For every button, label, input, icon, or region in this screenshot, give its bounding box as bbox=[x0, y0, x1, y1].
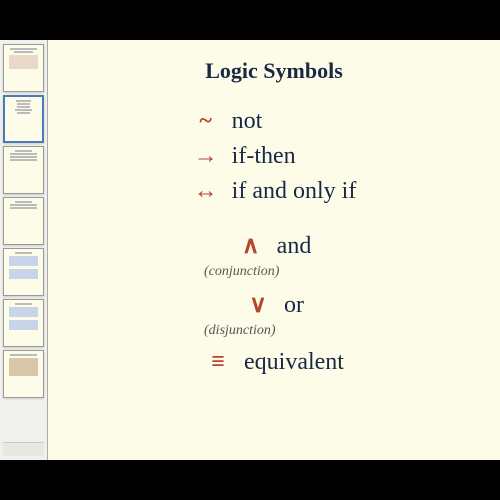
symbol-group-2: ∧ and (conjunction) ∨ or (disjunction) ≡… bbox=[204, 231, 344, 384]
slide-thumbnail[interactable] bbox=[3, 44, 44, 92]
symbol-meaning: if-then bbox=[232, 143, 296, 170]
slide-thumbnail[interactable] bbox=[3, 350, 44, 398]
logic-symbol: ∨ bbox=[244, 290, 272, 319]
slide-thumbnail-panel bbox=[0, 40, 48, 460]
symbol-meaning: equivalent bbox=[244, 349, 344, 376]
slide-canvas: Logic Symbols ~ not → if-then ↔ if and o… bbox=[48, 40, 500, 460]
slide-thumbnail[interactable] bbox=[3, 248, 44, 296]
symbol-row: ∨ or bbox=[204, 290, 344, 319]
symbol-row: ∧ and bbox=[204, 231, 344, 260]
logic-symbol: ≡ bbox=[204, 349, 232, 376]
slide-title: Logic Symbols bbox=[205, 58, 343, 84]
symbol-row: → if-then bbox=[192, 143, 357, 170]
symbol-group-1: ~ not → if-then ↔ if and only if bbox=[192, 108, 357, 213]
sidebar-footer bbox=[3, 442, 44, 456]
symbol-meaning: and bbox=[277, 233, 312, 260]
symbol-meaning: if and only if bbox=[232, 178, 357, 205]
symbol-meaning: or bbox=[284, 292, 304, 319]
symbol-row: ↔ if and only if bbox=[192, 178, 357, 205]
slide-thumbnail[interactable] bbox=[3, 146, 44, 194]
slide-thumbnail[interactable] bbox=[3, 95, 44, 143]
symbol-row: ~ not bbox=[192, 108, 357, 135]
logic-symbol: ∧ bbox=[237, 231, 265, 260]
symbol-meaning: not bbox=[232, 108, 263, 135]
slide-thumbnail[interactable] bbox=[3, 299, 44, 347]
symbol-note: (disjunction) bbox=[204, 323, 344, 339]
logic-symbol: ~ bbox=[192, 108, 220, 135]
slide-thumbnail[interactable] bbox=[3, 197, 44, 245]
symbol-row: ≡ equivalent bbox=[204, 349, 344, 376]
logic-symbol: ↔ bbox=[192, 178, 220, 205]
logic-symbol: → bbox=[192, 143, 220, 170]
symbol-note: (conjunction) bbox=[204, 264, 344, 280]
